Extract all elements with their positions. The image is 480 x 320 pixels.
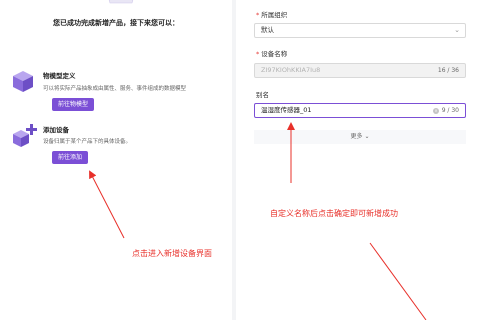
go-to-add-button[interactable]: 前往添加 [52, 151, 89, 164]
feature-title-model: 物模型定义 [43, 72, 76, 80]
required-star: * [256, 50, 260, 58]
alias-field[interactable]: 温湿度传感器_01 × 9 / 30 [254, 103, 466, 118]
alias-counter: 9 / 30 [441, 107, 459, 114]
clear-icon[interactable]: × [433, 108, 439, 114]
device-name-counter: 16 / 36 [437, 67, 459, 74]
group-select[interactable]: 默认 ⌄ [254, 23, 466, 38]
alias-label: 别名 [256, 89, 269, 99]
annotation-right: 自定义名称后点击确定即可新增成功 [270, 209, 398, 218]
feature-desc-model: 可以将实际产品抽象成由属性、服务、事件组成的数据模型 [43, 86, 187, 92]
more-label: 更多 [350, 133, 363, 140]
alias-value: 温湿度传感器_01 [261, 106, 312, 114]
chevron-down-icon: ⌄ [454, 26, 460, 34]
group-label: * 所属组织 [256, 9, 287, 19]
success-panel: 您已成功完成新增产品，接下来您可以： 物模型定义 可以将实际产品抽象成由属性、服… [0, 0, 232, 320]
device-name-label: * 设备名称 [256, 48, 287, 58]
double-chevron-down-icon: ⌄ [364, 133, 370, 140]
illustration-icon [108, 0, 134, 4]
device-name-field[interactable]: ZI97KIOhKKIA7Iu8 16 / 36 [254, 63, 466, 78]
device-name-value: ZI97KIOhKKIA7Iu8 [261, 66, 321, 74]
required-star: * [256, 11, 260, 19]
feature-title-device: 添加设备 [43, 126, 69, 134]
device-name-label-text: 设备名称 [261, 50, 288, 58]
success-message: 您已成功完成新增产品，接下来您可以： [53, 19, 179, 27]
cube-stack-icon [13, 71, 33, 92]
annotation-left: 点击进入新增设备界面 [132, 249, 212, 258]
feature-desc-device: 设备归属于某个产品下的具体设备。 [43, 139, 132, 145]
add-device-icon [13, 124, 37, 147]
group-select-value: 默认 [261, 26, 274, 34]
alias-label-text: 别名 [256, 91, 269, 99]
go-to-model-button[interactable]: 前往物模型 [52, 98, 95, 111]
more-toggle[interactable]: 更多 ⌄ [254, 130, 466, 144]
group-label-text: 所属组织 [261, 11, 288, 19]
